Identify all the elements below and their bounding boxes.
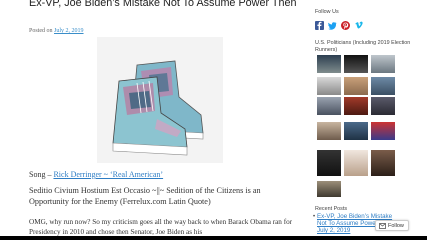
twitter-icon[interactable] <box>328 17 337 30</box>
politician-thumb[interactable] <box>344 55 368 73</box>
song-prefix: Song – <box>29 170 54 179</box>
politician-thumb[interactable] <box>317 150 341 176</box>
politician-thumb[interactable] <box>344 150 368 176</box>
post-meta: Posted on July 2, 2019 <box>29 28 84 34</box>
recent-posts-heading: Recent Posts <box>315 206 348 212</box>
facebook-icon[interactable] <box>315 17 324 30</box>
politician-thumb[interactable] <box>317 122 341 140</box>
sidebar: Follow Us U.S. Politicians (Including 20… <box>309 0 427 240</box>
politician-thumb[interactable] <box>317 55 341 73</box>
recent-bullet: • <box>313 214 316 220</box>
politician-thumb[interactable] <box>371 77 395 95</box>
follow-button[interactable]: Follow <box>375 220 409 231</box>
politician-thumb[interactable] <box>371 55 395 73</box>
politician-thumb[interactable] <box>317 181 341 197</box>
shoe-image[interactable] <box>97 37 223 163</box>
politician-thumb[interactable] <box>371 150 395 176</box>
song-link[interactable]: Rick Derringer ~ ‘Real American’ <box>53 170 163 179</box>
politician-thumb[interactable] <box>344 122 368 140</box>
main-content: Ex-VP, Joe Biden’s Mistake Not To Assume… <box>0 0 300 240</box>
pinterest-icon[interactable] <box>341 17 350 30</box>
post-date-link[interactable]: July 2, 2019 <box>54 28 84 34</box>
politician-thumb[interactable] <box>317 77 341 95</box>
follow-button-label: Follow <box>388 222 404 229</box>
follow-us-heading: Follow Us <box>315 9 339 15</box>
vimeo-icon[interactable] <box>354 17 363 29</box>
politician-thumb[interactable] <box>344 97 368 115</box>
politicians-heading: U.S. Politicians (Including 2019 Electio… <box>315 40 411 53</box>
song-line: Song – Rick Derringer ~ ‘Real American’ <box>29 170 163 179</box>
politician-thumb[interactable] <box>317 97 341 115</box>
politician-thumb[interactable] <box>371 122 395 140</box>
posted-on-label: Posted on <box>29 28 53 34</box>
follow-icon <box>379 222 386 229</box>
sneaker-illustration <box>97 37 223 163</box>
bottom-bar <box>0 236 427 240</box>
post-body: OMG, why run now? So my criticism goes a… <box>29 218 293 236</box>
post-title[interactable]: Ex-VP, Joe Biden’s Mistake Not To Assume… <box>29 0 299 10</box>
politician-thumb[interactable] <box>371 97 395 115</box>
latin-quote: Seditio Civium Hostium Est Occasio ~||~ … <box>29 186 261 206</box>
social-icons <box>315 17 363 30</box>
politician-thumb[interactable] <box>344 77 368 95</box>
